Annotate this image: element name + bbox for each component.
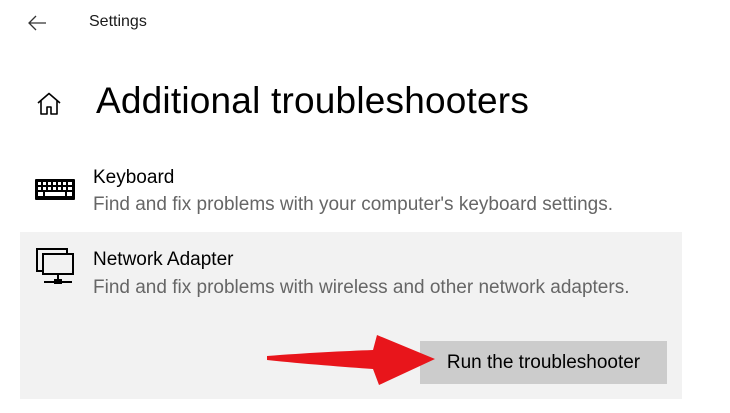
run-troubleshooter-button[interactable]: Run the troubleshooter <box>420 341 667 384</box>
troubleshooter-description: Find and fix problems with wireless and … <box>93 277 630 298</box>
troubleshooter-name: Keyboard <box>93 167 175 188</box>
page-title: Additional troubleshooters <box>96 80 530 121</box>
troubleshooter-description: Find and fix problems with your computer… <box>93 194 614 215</box>
app-title: Settings <box>89 13 147 30</box>
network-adapter-icon <box>36 248 74 284</box>
arrow-left-icon <box>28 15 46 31</box>
keyboard-icon <box>35 179 75 200</box>
troubleshooter-keyboard[interactable]: Keyboard Find and fix problems with your… <box>20 160 682 226</box>
troubleshooter-name: Network Adapter <box>93 249 234 270</box>
red-arrow-annotation-icon <box>267 335 435 385</box>
title-bar: Settings <box>0 0 730 48</box>
home-icon[interactable] <box>36 91 62 117</box>
back-button[interactable] <box>22 8 52 38</box>
arrow-shape <box>267 335 435 385</box>
